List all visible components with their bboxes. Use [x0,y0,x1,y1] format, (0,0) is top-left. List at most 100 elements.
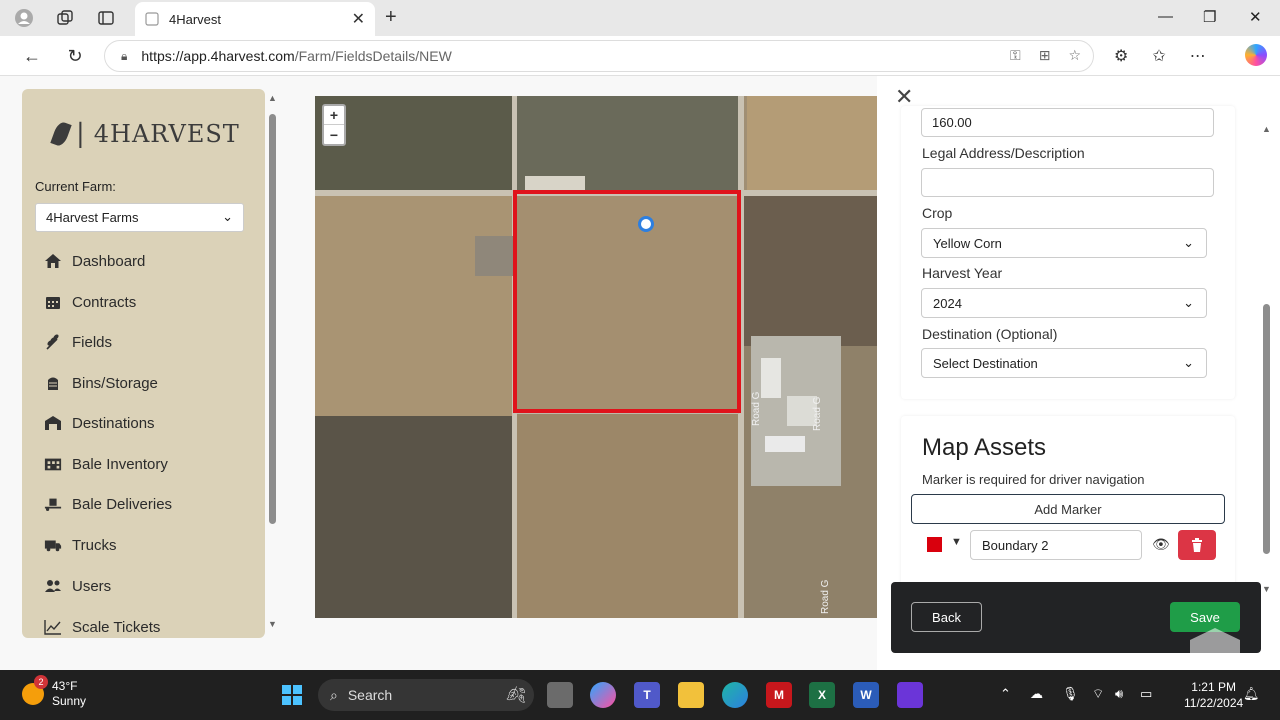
map-assets-subtitle: Marker is required for driver navigation [922,472,1145,487]
scroll-down-icon[interactable]: ▼ [1262,584,1271,594]
edge-icon[interactable] [722,682,748,708]
window-close-icon[interactable]: ✕ [1249,8,1262,26]
harvest-year-value: 2024 [933,296,962,311]
scroll-down-icon[interactable]: ▼ [268,619,277,629]
building-icon [44,456,62,472]
scrollbar-thumb[interactable] [269,114,276,524]
sidebar-item-scale-tickets[interactable]: Scale Tickets [44,614,160,640]
back-arrow-icon[interactable]: ← [20,44,44,68]
microphone-icon[interactable]: 🎙︎ [1062,686,1079,702]
chevron-down-icon: ⌄ [222,209,233,224]
app-page: | 4HARVEST Current Farm: 4Harvest Farms … [0,76,1280,670]
browser-tab-bar: 4Harvest ✕ + — ❐ ✕ [0,0,1280,36]
scroll-up-icon[interactable]: ▲ [1262,124,1271,134]
sidebar-scrollbar[interactable]: ▲ ▼ [266,89,280,638]
minimize-icon[interactable]: — [1158,8,1173,25]
road-label: Road G [812,396,823,431]
zoom-out-button[interactable]: − [324,125,344,144]
restore-icon[interactable]: ❐ [1203,8,1216,26]
zoom-in-button[interactable]: + [324,106,344,125]
new-tab-icon[interactable]: + [385,6,397,29]
panel-scrollbar[interactable]: ▲ ▼ [1260,116,1274,596]
password-key-icon[interactable]: ⚿ [1010,47,1021,64]
weather-widget[interactable]: 2 43°F Sunny [22,675,86,709]
workspaces-icon[interactable] [55,8,75,28]
refresh-icon[interactable]: ↻ [63,44,87,68]
taskbar-search[interactable]: ⌕ Search 🍂︎ [318,679,534,711]
excel-icon[interactable]: X [809,682,835,708]
acres-input[interactable]: 160.00 [921,108,1214,137]
battery-icon[interactable]: ▭ [1140,686,1152,702]
trash-icon [1192,538,1202,552]
windows-taskbar: 2 43°F Sunny ⌕ Search 🍂︎ T M X W ⌃ ☁ 🎙︎ … [0,670,1280,720]
sidebar-item-dashboard[interactable]: Dashboard [44,248,145,274]
sidebar: | 4HARVEST Current Farm: 4Harvest Farms … [22,89,265,638]
back-button[interactable]: Back [911,602,982,632]
crop-select[interactable]: Yellow Corn ⌄ [921,228,1207,258]
extensions-icon[interactable]: ⚙ [1114,46,1128,66]
current-farm-select[interactable]: 4Harvest Farms ⌄ [35,203,244,232]
word-icon[interactable]: W [853,682,879,708]
caret-down-icon[interactable]: ▼ [951,536,962,548]
wifi-icon[interactable]: ⌔ [1092,686,1104,702]
sidebar-item-trucks[interactable]: Trucks [44,532,116,558]
tab-actions-icon[interactable] [96,8,116,28]
copilot-icon[interactable] [1245,44,1267,66]
eye-icon[interactable]: 👁︎ [1152,536,1170,553]
legal-address-input[interactable] [921,168,1214,197]
favorites-icon[interactable]: ✩ [1152,46,1165,66]
scroll-up-icon[interactable]: ▲ [268,93,277,103]
sidebar-item-bins-storage[interactable]: Bins/Storage [44,370,158,396]
sun-icon: 2 [22,675,48,705]
chevron-down-icon: ⌄ [1183,295,1194,310]
teams-icon[interactable]: T [634,682,660,708]
system-clock[interactable]: 1:21 PM 11/22/2024 [1184,679,1243,711]
copilot-taskbar-icon[interactable] [590,682,616,708]
profile-icon[interactable] [14,8,34,28]
app-available-icon[interactable]: ⊞ [1039,47,1051,64]
map-zoom-control: + − [322,104,346,146]
show-hidden-icons-icon[interactable]: ⌃ [1000,686,1011,702]
sidebar-item-fields[interactable]: Fields [44,329,112,355]
add-marker-button[interactable]: Add Marker [911,494,1225,524]
tab-4harvest[interactable]: 4Harvest ✕ [135,2,375,36]
delete-boundary-button[interactable] [1178,530,1216,560]
task-view-icon[interactable] [547,682,573,708]
mcafee-icon[interactable]: M [766,682,792,708]
scrollbar-thumb[interactable] [1263,304,1270,554]
sidebar-item-bale-deliveries[interactable]: Bale Deliveries [44,491,172,517]
boundary-name-input[interactable]: Boundary 2 [970,530,1142,560]
favorite-star-icon[interactable]: ☆ [1068,47,1081,64]
url-field[interactable]: 🔒︎ https://app.4harvest.com/Farm/FieldsD… [104,40,1094,72]
sidebar-item-label: Dashboard [72,252,146,270]
taskbar-search-label: Search [347,687,393,703]
more-menu-icon[interactable]: ⋯ [1190,46,1206,66]
onedrive-icon[interactable]: ☁ [1030,686,1043,702]
sidebar-item-label: Destinations [72,414,155,432]
notification-bell-icon[interactable]: 🔔︎ [1243,686,1260,702]
sidebar-item-users[interactable]: Users [44,573,111,599]
sidebar-item-contracts[interactable]: Contracts [44,289,136,315]
search-icon: ⌕ [330,686,338,703]
autumn-leaves-icon: 🍂︎ [505,687,526,704]
file-explorer-icon[interactable] [678,682,704,708]
save-button[interactable]: Save [1170,602,1240,632]
map-imagery: Road G Road G Road G [315,96,877,618]
sidebar-item-bale-inventory[interactable]: Bale Inventory [44,451,168,477]
home-icon [44,253,62,269]
weather-temp: 43°F [52,679,78,693]
volume-icon[interactable]: 🔊︎ [1115,686,1123,702]
tab-close-icon[interactable]: ✕ [352,9,365,29]
boundary-color-swatch[interactable] [927,537,942,552]
harvest-year-select[interactable]: 2024 ⌄ [921,288,1207,318]
crop-label: Crop [922,205,953,221]
sidebar-item-destinations[interactable]: Destinations [44,410,155,436]
map-assets-heading: Map Assets [922,434,1047,461]
harvest-year-label: Harvest Year [922,265,1003,281]
destination-select[interactable]: Select Destination ⌄ [921,348,1207,378]
warehouse-icon [44,415,62,431]
users-icon [44,578,62,594]
app-icon[interactable] [897,682,923,708]
windows-start-icon[interactable] [279,682,305,708]
satellite-map[interactable]: Road G Road G Road G [315,96,877,618]
